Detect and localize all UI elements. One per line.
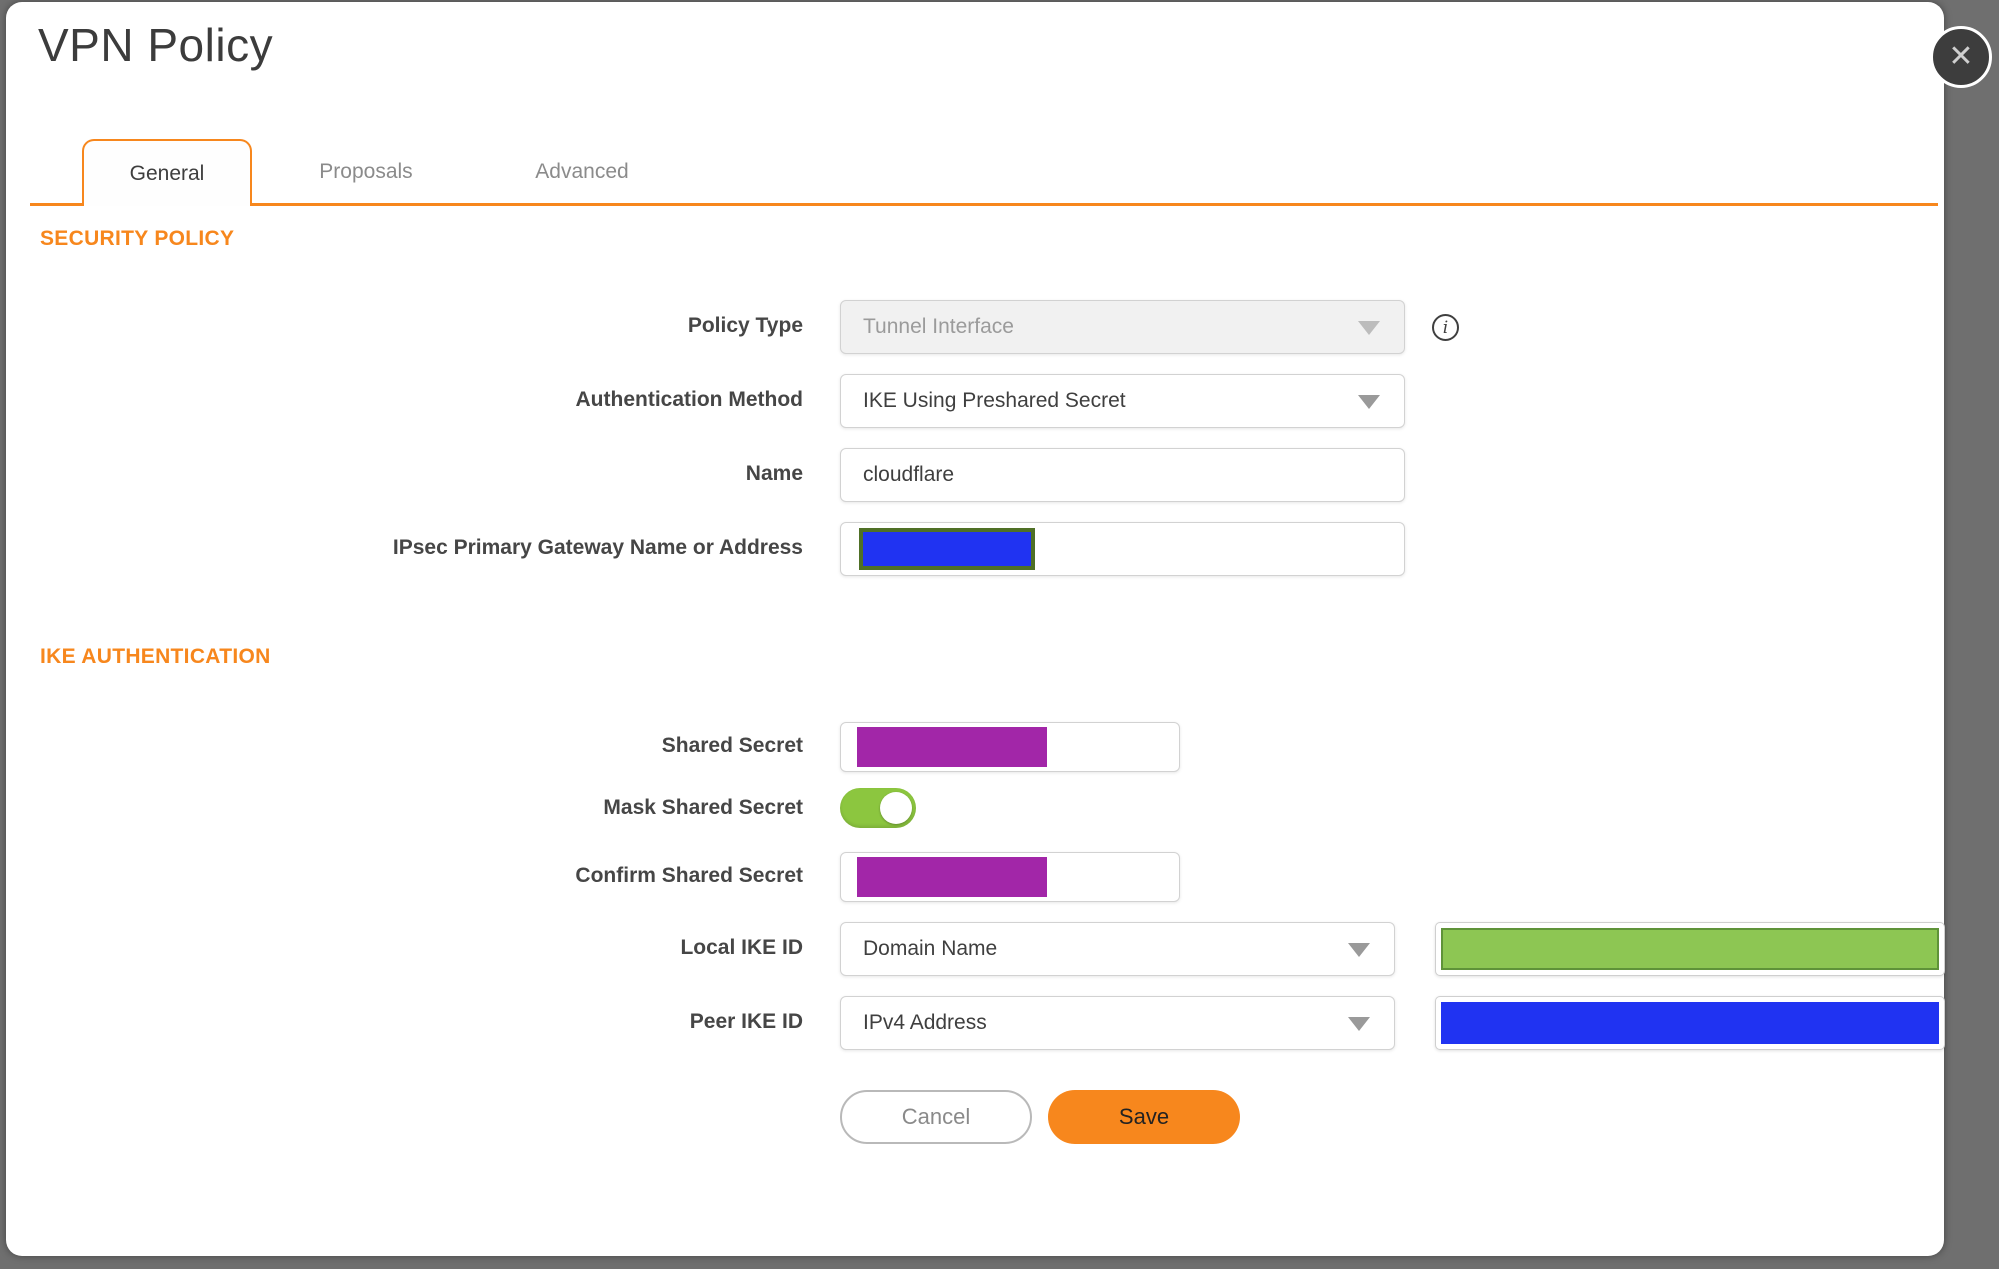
tab-advanced[interactable]: Advanced <box>512 139 652 205</box>
gateway-redaction-box <box>859 528 1035 570</box>
chevron-down-icon <box>1348 943 1370 957</box>
confirm-shared-secret-label: Confirm Shared Secret <box>575 864 803 887</box>
chevron-down-icon <box>1358 321 1380 335</box>
name-label: Name <box>745 462 803 485</box>
shared-secret-label: Shared Secret <box>661 734 803 757</box>
local-ike-id-label: Local IKE ID <box>680 936 803 959</box>
section-security-policy: SECURITY POLICY <box>40 227 235 250</box>
page-title: VPN Policy <box>38 19 274 71</box>
save-button[interactable]: Save <box>1048 1090 1240 1144</box>
peer-ike-id-label: Peer IKE ID <box>689 1010 803 1033</box>
local-ike-id-input[interactable] <box>1435 922 1945 976</box>
gateway-label: IPsec Primary Gateway Name or Address <box>392 536 803 559</box>
chevron-down-icon <box>1358 395 1380 409</box>
authentication-method-value: IKE Using Preshared Secret <box>863 389 1126 412</box>
name-input-wrap <box>840 448 1405 502</box>
peer-ike-id-input[interactable] <box>1435 996 1945 1050</box>
local-ike-id-redaction-box <box>1441 928 1939 970</box>
policy-type-label: Policy Type <box>687 314 803 337</box>
local-ike-id-value: Domain Name <box>863 937 998 960</box>
tab-proposals[interactable]: Proposals <box>300 139 432 205</box>
tab-proposals-label: Proposals <box>319 160 413 183</box>
info-icon[interactable]: i <box>1432 314 1459 341</box>
peer-ike-id-select[interactable]: IPv4 Address <box>840 996 1395 1050</box>
policy-type-value: Tunnel Interface <box>863 315 1014 338</box>
gateway-input[interactable] <box>840 522 1405 576</box>
chevron-down-icon <box>1348 1017 1370 1031</box>
authentication-method-label: Authentication Method <box>575 388 803 411</box>
tab-general-label: General <box>129 161 205 185</box>
confirm-shared-secret-input[interactable] <box>840 852 1180 902</box>
close-button[interactable]: ✕ <box>1930 26 1992 88</box>
tab-general[interactable]: General <box>82 139 252 206</box>
close-icon: ✕ <box>1948 40 1974 73</box>
cancel-button[interactable]: Cancel <box>840 1090 1032 1144</box>
tab-advanced-label: Advanced <box>535 160 629 183</box>
section-ike-authentication: IKE AUTHENTICATION <box>40 645 271 668</box>
authentication-method-select[interactable]: IKE Using Preshared Secret <box>840 374 1405 428</box>
mask-shared-secret-label: Mask Shared Secret <box>603 796 803 819</box>
shared-secret-input[interactable] <box>840 722 1180 772</box>
policy-type-select: Tunnel Interface <box>840 300 1405 354</box>
mask-shared-secret-toggle[interactable] <box>840 788 916 828</box>
screen-backdrop: VPN Policy ✕ General Proposals Advanced … <box>0 0 1999 1269</box>
toggle-knob <box>880 792 912 824</box>
name-input[interactable] <box>863 463 1382 487</box>
peer-ike-id-value: IPv4 Address <box>863 1011 987 1034</box>
local-ike-id-select[interactable]: Domain Name <box>840 922 1395 976</box>
shared-secret-redaction-box <box>857 727 1047 767</box>
peer-ike-id-redaction-box <box>1441 1002 1939 1044</box>
confirm-shared-secret-redaction-box <box>857 857 1047 897</box>
